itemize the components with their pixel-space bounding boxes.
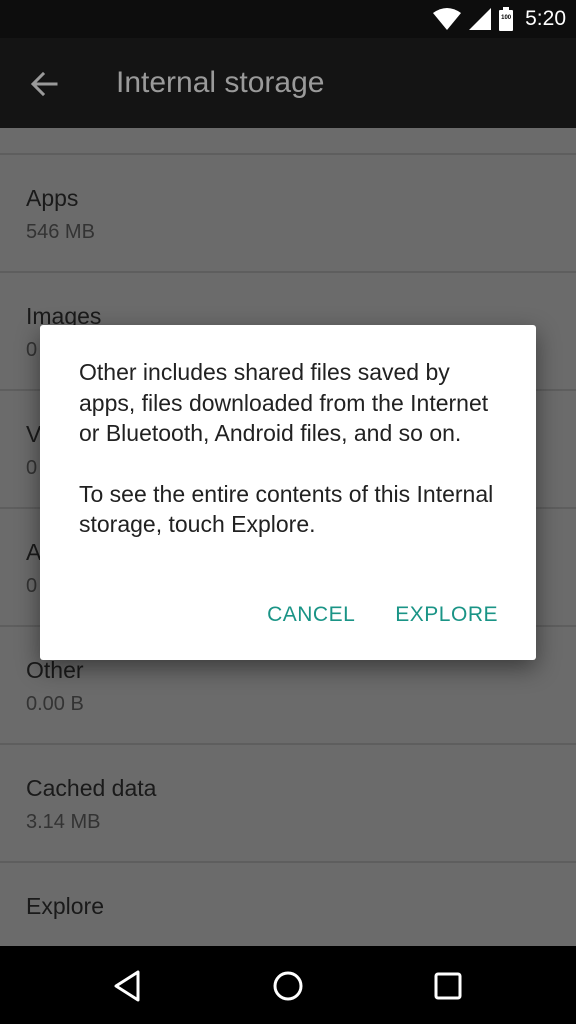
list-item-value: 3.14 MB (26, 811, 101, 833)
list-item-label: Other (26, 657, 84, 683)
list-item-value: 0.00 B (26, 693, 84, 715)
list-item-label: Explore (26, 893, 104, 919)
info-dialog: Other includes shared files saved by app… (40, 325, 536, 660)
arrow-back-icon[interactable] (28, 68, 60, 100)
list-item-label: Apps (26, 185, 79, 211)
navigation-bar (0, 946, 576, 1024)
list-item-value: 0 (26, 339, 38, 361)
list-item-value: 0 (26, 457, 38, 479)
page-title: Internal storage (116, 66, 325, 99)
dialog-actions: CANCEL EXPLORE (267, 603, 498, 627)
dialog-message: Other includes shared files saved by app… (79, 357, 499, 570)
toolbar: Internal storage (0, 38, 576, 128)
nav-home-icon[interactable] (268, 966, 308, 1006)
list-item-value: 546 MB (26, 221, 95, 243)
cancel-button[interactable]: CANCEL (267, 603, 355, 627)
list-item-cached-data[interactable]: Cached data 3.14 MB (0, 745, 576, 863)
status-icons: 100 5:20 (433, 6, 566, 32)
wifi-icon (433, 8, 462, 30)
battery-icon: 100 (499, 7, 514, 31)
list-item-explore[interactable]: Explore (0, 863, 576, 946)
status-bar: 100 5:20 (0, 0, 576, 38)
list-item-value: 0 (26, 575, 38, 597)
nav-recents-icon[interactable] (428, 966, 468, 1006)
explore-button[interactable]: EXPLORE (395, 603, 498, 627)
clock: 5:20 (525, 7, 566, 30)
battery-level: 100 (501, 15, 512, 21)
dialog-message-paragraph: Other includes shared files saved by app… (79, 359, 489, 446)
nav-back-icon[interactable] (108, 966, 148, 1006)
list-item-label: Cached data (26, 775, 157, 801)
dialog-message-paragraph: To see the entire contents of this Inter… (79, 480, 494, 538)
cell-signal-icon (469, 8, 492, 30)
list-item-apps[interactable]: Apps 546 MB (0, 155, 576, 273)
